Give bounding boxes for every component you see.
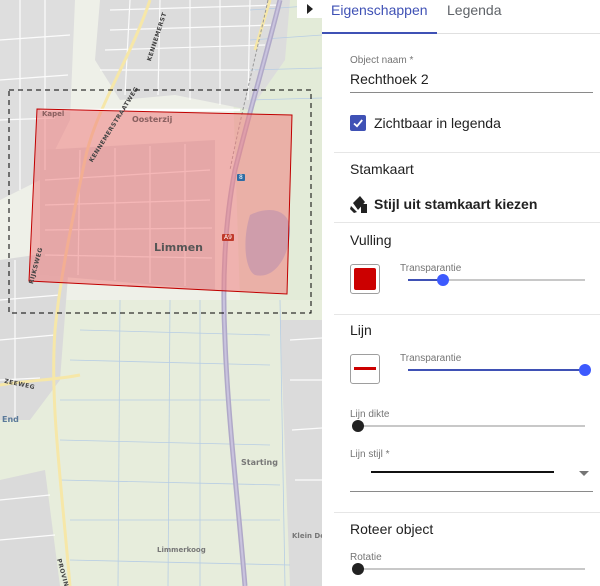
line-width-slider[interactable] (352, 420, 585, 432)
line-color-swatch (354, 367, 376, 370)
map-label-end: End (2, 415, 19, 424)
line-style-label: Lijn stijl * (350, 449, 390, 460)
fill-color-swatch (354, 268, 376, 290)
divider (334, 152, 600, 153)
slider-thumb[interactable] (579, 364, 591, 376)
slider-thumb[interactable] (352, 563, 364, 575)
visible-in-legend-checkbox[interactable] (350, 115, 366, 131)
line-color-button[interactable] (350, 354, 380, 384)
map-label-kapel: Kapel (42, 110, 65, 118)
divider (334, 512, 600, 513)
line-transparency-slider[interactable] (408, 364, 591, 376)
rectangle-object (28, 108, 293, 295)
choose-style-label: Stijl uit stamkaart kiezen (374, 196, 538, 212)
fill-color-button[interactable] (350, 264, 380, 294)
line-style-select[interactable] (350, 462, 593, 492)
choose-style-from-stamkaart-button[interactable]: Stijl uit stamkaart kiezen (350, 193, 537, 215)
collapse-panel-button[interactable] (297, 0, 322, 18)
map-label-limmerkoog: Limmerkoog (157, 546, 206, 554)
object-name-input[interactable]: Rechthoek 2 (350, 71, 429, 87)
object-name-label: Object naam * (350, 55, 414, 66)
rotate-title: Roteer object (350, 521, 434, 537)
slider-thumb[interactable] (352, 420, 364, 432)
exit-shield: 8 (237, 174, 245, 181)
stamp-style-icon (350, 196, 367, 213)
map-label-limmen: Limmen (154, 241, 203, 254)
properties-panel: Eigenschappen Legenda Object naam * Rech… (322, 0, 600, 586)
line-transparency-label: Transparantie (400, 353, 462, 364)
object-name-underline (350, 92, 593, 93)
line-width-label: Lijn dikte (350, 409, 390, 420)
map-label-klein-do: Klein Do (292, 532, 322, 540)
solid-line-preview (371, 471, 554, 473)
fill-transparency-label: Transparantie (400, 263, 462, 274)
a9-road-shield: A9 (222, 234, 234, 241)
panel-tabs: Eigenschappen Legenda (322, 0, 600, 34)
check-icon (353, 119, 363, 128)
stamkaart-title: Stamkaart (350, 161, 414, 177)
fill-title: Vulling (350, 232, 392, 248)
line-style-underline (350, 491, 593, 492)
caret-right-icon (306, 4, 313, 14)
divider (334, 222, 600, 223)
slider-track (358, 568, 585, 570)
rotation-slider[interactable] (352, 563, 585, 575)
slider-thumb[interactable] (437, 274, 450, 286)
visible-in-legend-label: Zichtbaar in legenda (374, 115, 501, 131)
tab-legenda[interactable]: Legenda (447, 0, 517, 34)
line-title: Lijn (350, 322, 372, 338)
slider-track (358, 425, 585, 427)
dropdown-arrow-icon (579, 471, 589, 476)
fill-transparency-slider[interactable] (408, 274, 585, 286)
divider (334, 314, 600, 315)
slider-fill (408, 369, 585, 371)
map-view[interactable]: Limmen Oosterzij Kapel Starting Limmerko… (0, 0, 322, 586)
tab-eigenschappen[interactable]: Eigenschappen (322, 0, 437, 34)
map-label-oosterzij: Oosterzij (132, 115, 173, 124)
map-label-starting: Starting (241, 458, 278, 467)
map-basemap (0, 0, 322, 586)
rotation-label: Rotatie (350, 552, 382, 563)
